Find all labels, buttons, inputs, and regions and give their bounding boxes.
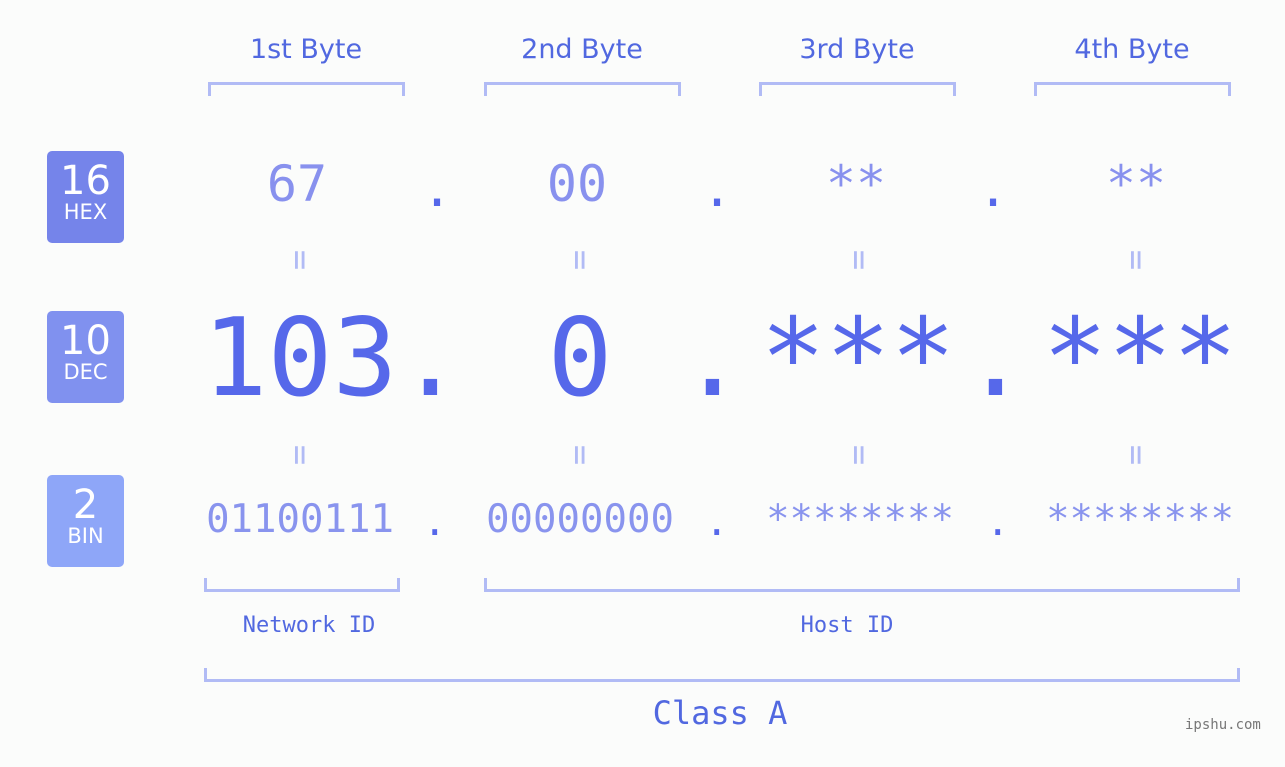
dec-badge-number: 10 [60,318,111,364]
dec-byte-2: 0 [547,296,613,421]
equals-icon: = [839,249,879,271]
dec-separator-1: . [398,296,464,421]
hex-separator-1: . [422,160,453,218]
class-bracket [204,668,1240,682]
dec-byte-4: *** [1042,296,1238,421]
bin-badge: 2 BIN [47,475,124,567]
equals-icon: = [280,249,320,271]
dec-badge: 10 DEC [47,311,124,403]
equals-icon: = [280,444,320,466]
bin-byte-4: ******** [1046,497,1234,542]
hex-byte-3: ** [825,155,887,213]
byte-bracket-3 [759,82,956,96]
dec-separator-3: . [963,296,1029,421]
hex-badge-label: HEX [63,200,108,224]
network-id-bracket [204,578,400,592]
bin-separator-2: . [705,500,729,545]
bin-separator-1: . [423,500,447,545]
bin-badge-label: BIN [67,524,104,548]
dec-separator-2: . [680,296,746,421]
dec-byte-1: 103 [202,296,398,421]
dec-badge-label: DEC [63,360,108,384]
bin-byte-1: 01100111 [206,497,394,542]
hex-badge-number: 16 [60,158,111,204]
equals-icon: = [560,444,600,466]
host-id-label: Host ID [800,613,894,638]
hex-byte-2: 00 [546,155,608,213]
bin-separator-3: . [986,500,1010,545]
bin-badge-number: 2 [72,482,99,528]
equals-icon: = [839,444,879,466]
hex-separator-2: . [702,160,733,218]
byte-bracket-1 [208,82,405,96]
hex-byte-1: 67 [266,155,328,213]
byte-bracket-2 [484,82,681,96]
bin-byte-2: 00000000 [486,497,674,542]
equals-icon: = [1116,249,1156,271]
hex-separator-3: . [978,160,1009,218]
equals-icon: = [560,249,600,271]
byte-bracket-4 [1034,82,1231,96]
bin-byte-3: ******** [766,497,954,542]
hex-byte-4: ** [1105,155,1167,213]
byte-header-2: 2nd Byte [521,34,643,65]
dec-byte-3: *** [760,296,956,421]
host-id-bracket [484,578,1240,592]
class-label: Class A [652,694,788,732]
network-id-label: Network ID [242,613,376,638]
hex-badge: 16 HEX [47,151,124,243]
watermark: ipshu.com [1185,717,1261,733]
equals-icon: = [1116,444,1156,466]
byte-header-1: 1st Byte [249,34,363,65]
byte-header-4: 4th Byte [1074,34,1190,65]
byte-header-3: 3rd Byte [799,34,915,65]
